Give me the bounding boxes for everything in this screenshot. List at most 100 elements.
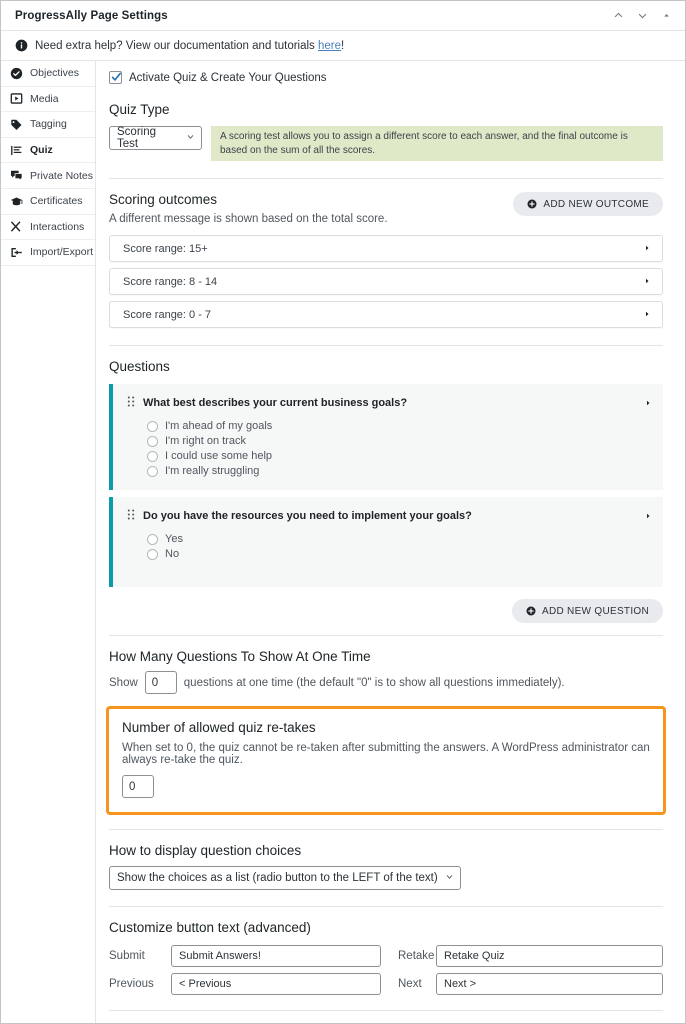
sidebar-item-label: Objectives [30, 67, 80, 80]
page-title: ProgressAlly Page Settings [15, 9, 168, 22]
outcome-row[interactable]: Score range: 8 - 14 [109, 268, 663, 295]
quiz-settings-panel: Activate Quiz & Create Your Questions Qu… [96, 61, 685, 1023]
button-text-heading: Customize button text (advanced) [109, 920, 311, 935]
sidebar-item-label: Import/Export [30, 246, 94, 259]
quiz-type-row: Scoring Test A scoring test allows you t… [109, 126, 663, 161]
sidebar-item-label: Quiz [30, 144, 53, 157]
sidebar-item-tagging[interactable]: Tagging [1, 112, 95, 138]
drag-handle-icon[interactable] [127, 394, 135, 412]
scoring-outcomes-description: A different message is shown based on th… [109, 213, 388, 225]
radio-icon[interactable] [147, 420, 158, 432]
sidebar-item-objectives[interactable]: Objectives [1, 61, 95, 87]
metabox-header: ProgressAlly Page Settings [1, 1, 685, 31]
outcome-label: Score range: 0 - 7 [123, 308, 212, 321]
button-text-grid: Submit Retake Previous Next [109, 945, 663, 995]
chevron-down-icon[interactable] [631, 5, 653, 27]
activate-quiz-label: Activate Quiz & Create Your Questions [129, 71, 327, 84]
chevron-down-icon [186, 132, 195, 144]
add-new-question-button[interactable]: ADD NEW QUESTION [511, 599, 663, 623]
show-prefix-label: Show [109, 676, 138, 689]
retake-text-input[interactable] [436, 945, 663, 967]
scoring-outcomes-heading: Scoring outcomes [109, 192, 218, 207]
outcome-row[interactable]: Score range: 0 - 7 [109, 301, 663, 328]
divider [109, 345, 663, 346]
export-icon [10, 246, 23, 259]
divider [109, 829, 663, 830]
retake-label: Retake [398, 950, 435, 962]
radio-icon[interactable] [147, 548, 158, 560]
option-label: I'm ahead of my goals [165, 420, 273, 432]
graduation-cap-icon [10, 195, 23, 208]
scoring-outcomes-header: Scoring outcomes A different message is … [109, 192, 663, 225]
question-option[interactable]: I could use some help [147, 450, 652, 462]
outcome-label: Score range: 8 - 14 [123, 275, 218, 288]
previous-label: Previous [109, 978, 154, 990]
question-title: What best describes your current busines… [143, 397, 408, 409]
divider [109, 635, 663, 636]
list-icon [10, 144, 23, 157]
activate-quiz-row: Activate Quiz & Create Your Questions [109, 71, 663, 84]
sidebar-item-label: Media [30, 92, 59, 105]
plus-circle-icon [527, 199, 537, 209]
quiz-retakes-section: Number of allowed quiz re-takes When set… [106, 706, 666, 815]
radio-icon[interactable] [147, 465, 158, 477]
questions-heading: Questions [109, 359, 170, 374]
metabox-header-actions [607, 5, 677, 27]
quiz-type-selected-value: Scoring Test [117, 126, 156, 150]
question-card: Do you have the resources you need to im… [109, 497, 663, 587]
chevron-down-icon [445, 872, 454, 884]
retakes-heading: Number of allowed quiz re-takes [122, 720, 316, 735]
option-label: I'm really struggling [165, 465, 260, 477]
settings-sidebar: Objectives Media Tagging Quiz Private No… [1, 61, 96, 1023]
sidebar-item-import-export[interactable]: Import/Export [1, 240, 95, 266]
next-text-input[interactable] [436, 973, 663, 995]
radio-icon[interactable] [147, 435, 158, 447]
question-options: I'm ahead of my goals I'm right on track… [127, 420, 652, 477]
sidebar-item-media[interactable]: Media [1, 87, 95, 113]
retakes-input[interactable] [122, 775, 154, 798]
sidebar-item-certificates[interactable]: Certificates [1, 189, 95, 215]
documentation-link[interactable]: here [318, 40, 341, 52]
radio-icon[interactable] [147, 533, 158, 545]
question-title: Do you have the resources you need to im… [143, 510, 472, 522]
activate-quiz-checkbox[interactable] [109, 71, 122, 84]
question-option[interactable]: I'm really struggling [147, 465, 652, 477]
sidebar-item-private-notes[interactable]: Private Notes [1, 163, 95, 189]
show-at-one-time-row: Show questions at one time (the default … [109, 671, 663, 694]
drag-handle-icon[interactable] [127, 507, 135, 525]
option-label: I could use some help [165, 450, 273, 462]
option-label: Yes [165, 533, 183, 545]
sidebar-item-label: Private Notes [30, 169, 94, 182]
add-new-outcome-button[interactable]: ADD NEW OUTCOME [513, 192, 663, 216]
caret-right-icon[interactable] [644, 507, 652, 525]
show-suffix-label: questions at one time (the default "0" i… [183, 676, 565, 689]
quiz-type-note: A scoring test allows you to assign a di… [211, 126, 663, 161]
question-option[interactable]: Yes [147, 533, 652, 545]
media-play-icon [10, 92, 23, 105]
display-choices-select[interactable]: Show the choices as a list (radio button… [109, 866, 461, 890]
progressally-settings-metabox: ProgressAlly Page Settings Need extra he… [0, 0, 686, 1024]
outcome-label: Score range: 15+ [123, 242, 208, 255]
chevron-up-icon[interactable] [607, 5, 629, 27]
question-option[interactable]: No [147, 548, 652, 560]
option-label: I'm right on track [165, 435, 246, 447]
question-option[interactable]: I'm ahead of my goals [147, 420, 652, 432]
help-notice: Need extra help? View our documentation … [1, 31, 685, 61]
radio-icon[interactable] [147, 450, 158, 462]
submit-text-input[interactable] [171, 945, 381, 967]
submit-label: Submit [109, 950, 145, 962]
question-list: What best describes your current busines… [109, 384, 663, 587]
previous-text-input[interactable] [171, 973, 381, 995]
question-option[interactable]: I'm right on track [147, 435, 652, 447]
sidebar-item-interactions[interactable]: Interactions [1, 215, 95, 241]
quiz-type-select[interactable]: Scoring Test [109, 126, 202, 150]
show-count-input[interactable] [144, 671, 177, 694]
sidebar-item-quiz[interactable]: Quiz [1, 138, 95, 164]
outcome-row[interactable]: Score range: 15+ [109, 235, 663, 262]
caret-up-icon[interactable] [655, 5, 677, 27]
caret-right-icon[interactable] [644, 394, 652, 412]
caret-right-icon [643, 243, 651, 255]
check-circle-icon [10, 67, 23, 80]
next-label: Next [398, 978, 422, 990]
display-choices-selected-value: Show the choices as a list (radio button… [117, 872, 438, 884]
